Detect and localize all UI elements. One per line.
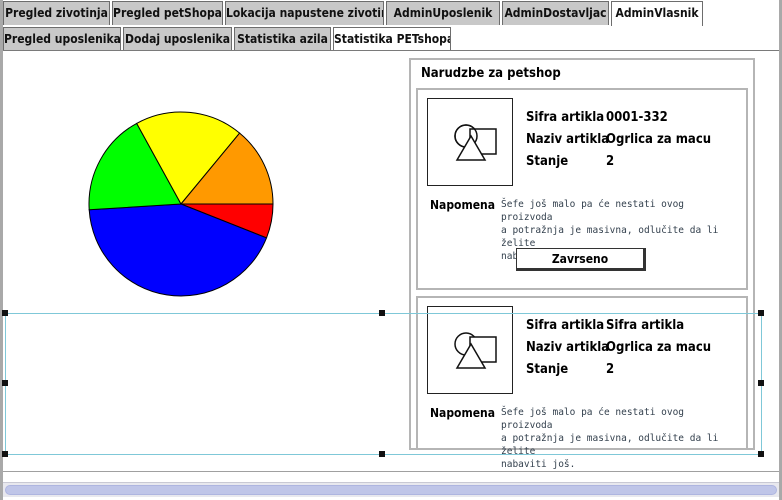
tab-admin-uposlenik[interactable]: AdminUposlenik	[386, 1, 500, 25]
resize-handle-left[interactable]	[2, 380, 8, 386]
field-label-sifra: Sifra artikla	[526, 318, 605, 333]
resize-handle-top-right[interactable]	[758, 310, 764, 316]
horizontal-scrollbar[interactable]	[3, 482, 779, 497]
order-card: Sifra artikla 0001-332 Naziv artikla Ogr…	[416, 88, 748, 290]
field-label-stanje: Stanje	[526, 362, 569, 377]
scrollbar-thumb[interactable]	[5, 485, 777, 495]
field-label-stanje: Stanje	[526, 154, 569, 169]
resize-handle-bottom[interactable]	[379, 451, 385, 457]
shapes-placeholder-icon	[427, 306, 513, 394]
petshop-pie-chart	[88, 111, 274, 297]
field-value-stanje: 2	[606, 154, 615, 169]
orders-title: Narudzbe za petshop	[421, 66, 561, 81]
field-value-naziv: Ogrlica za macu	[606, 340, 712, 355]
field-value-stanje: 2	[606, 362, 615, 377]
tab-admin-vlasnik[interactable]: AdminVlasnik	[611, 1, 703, 26]
field-value-sifra: Sifra artikla	[606, 318, 685, 333]
tab-lokacija-napustene-zivotinje[interactable]: Lokacija napustene zivotinje	[225, 1, 384, 25]
resize-handle-top[interactable]	[379, 310, 385, 316]
tab-pregled-uposlenika[interactable]: Pregled uposlenika	[3, 27, 121, 51]
resize-handle-top-left[interactable]	[2, 310, 8, 316]
tab-admin-dostavljac[interactable]: AdminDostavljac	[502, 1, 609, 25]
orders-panel: Narudzbe za petshop Sifra artikla 0001-3…	[409, 58, 755, 470]
resize-handle-bottom-right[interactable]	[758, 451, 764, 457]
field-value-sifra: 0001-332	[606, 110, 668, 125]
tab-statistika-petshopa[interactable]: Statistika PETshopa	[333, 27, 451, 52]
resize-handle-bottom-left[interactable]	[2, 451, 8, 457]
zavrseno-button[interactable]: Zavrseno	[516, 248, 646, 271]
main-tab-bar: Pregled zivotinja Pregled petShopa Lokac…	[3, 1, 705, 26]
tab-pregled-zivotinja[interactable]: Pregled zivotinja	[3, 1, 110, 25]
tab-pregled-petshopa[interactable]: Pregled petShopa	[112, 1, 223, 25]
sub-tab-bar: Pregled uposlenika Dodaj uposlenika Stat…	[3, 27, 453, 52]
field-label-naziv: Naziv artikla	[526, 132, 610, 147]
field-value-naziv: Ogrlica za macu	[606, 132, 712, 147]
field-label-naziv: Naziv artikla	[526, 340, 610, 355]
tab-dodaj-uposlenika[interactable]: Dodaj uposlenika	[123, 27, 232, 51]
shapes-placeholder-icon	[427, 98, 513, 186]
field-label-sifra: Sifra artikla	[526, 110, 605, 125]
tab-statistika-azila[interactable]: Statistika azila	[234, 27, 331, 51]
order-card: Sifra artikla Sifra artikla Naziv artikl…	[416, 296, 748, 470]
note-label: Napomena	[430, 198, 496, 212]
note-label: Napomena	[430, 406, 496, 420]
resize-handle-right[interactable]	[758, 380, 764, 386]
note-text: Šefe još malo pa će nestati ovog proizvo…	[501, 407, 719, 470]
